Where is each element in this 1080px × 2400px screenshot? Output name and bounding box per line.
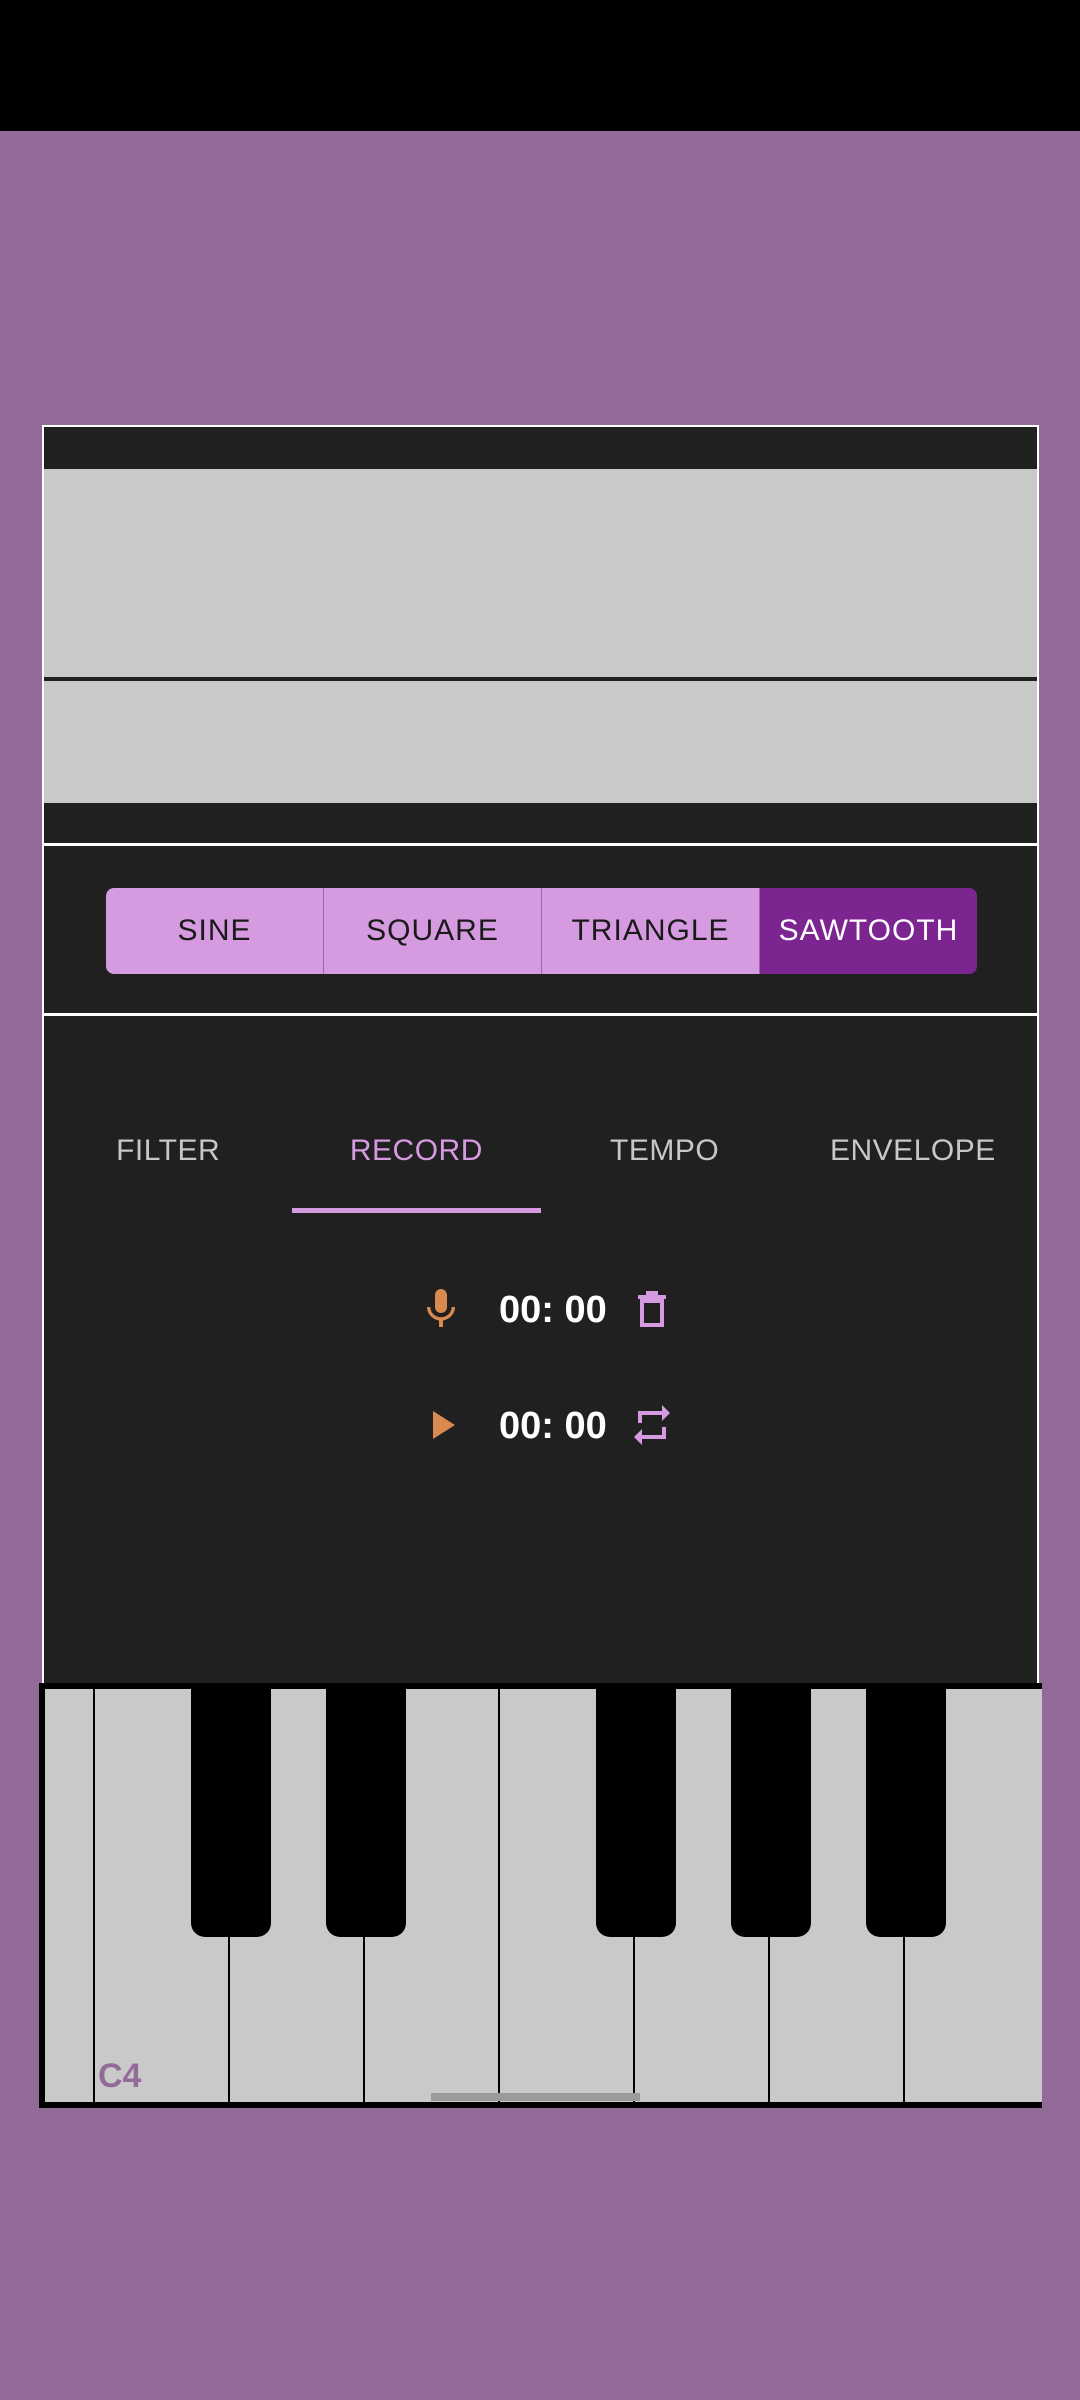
black-key[interactable] [596, 1689, 676, 1937]
white-key[interactable] [45, 1689, 93, 2102]
repeat-icon[interactable] [628, 1401, 676, 1449]
note-label-c4: C4 [98, 2057, 142, 2095]
tab-tempo[interactable]: TEMPO [541, 1089, 789, 1213]
waveform-square-button[interactable]: SQUARE [324, 888, 542, 974]
waveform-sine-button[interactable]: SINE [106, 888, 324, 974]
divider-bottom [44, 1013, 1037, 1016]
keyboard-scrollbar[interactable] [431, 2093, 640, 2101]
oscilloscope [44, 469, 1037, 803]
piano-keyboard [39, 1683, 1042, 2108]
microphone-icon[interactable] [417, 1285, 465, 1333]
control-tabs: FILTER RECORD TEMPO ENVELOPE [44, 1089, 1037, 1213]
black-key[interactable] [191, 1689, 271, 1937]
playback-time: 00: 00 [499, 1405, 607, 1447]
waveform-sawtooth-button[interactable]: SAWTOOTH [760, 888, 977, 974]
play-icon[interactable] [417, 1401, 465, 1449]
status-bar [0, 0, 1080, 131]
synth-panel: SINE SQUARE TRIANGLE SAWTOOTH FILTER REC… [42, 425, 1039, 1685]
waveform-triangle-button[interactable]: TRIANGLE [542, 888, 760, 974]
record-row: 00: 00 [44, 1279, 1037, 1339]
black-key[interactable] [326, 1689, 406, 1937]
waveform-selector: SINE SQUARE TRIANGLE SAWTOOTH [106, 888, 977, 974]
tab-envelope[interactable]: ENVELOPE [789, 1089, 1037, 1213]
oscilloscope-waveform-line [44, 677, 1037, 681]
record-time: 00: 00 [499, 1289, 607, 1331]
playback-row: 00: 00 [44, 1395, 1037, 1455]
tab-filter[interactable]: FILTER [44, 1089, 292, 1213]
black-key[interactable] [731, 1689, 811, 1937]
divider-top [44, 843, 1037, 846]
trash-icon[interactable] [628, 1285, 676, 1333]
tab-record[interactable]: RECORD [292, 1089, 541, 1213]
black-key[interactable] [866, 1689, 946, 1937]
white-keys [45, 1689, 1042, 2102]
